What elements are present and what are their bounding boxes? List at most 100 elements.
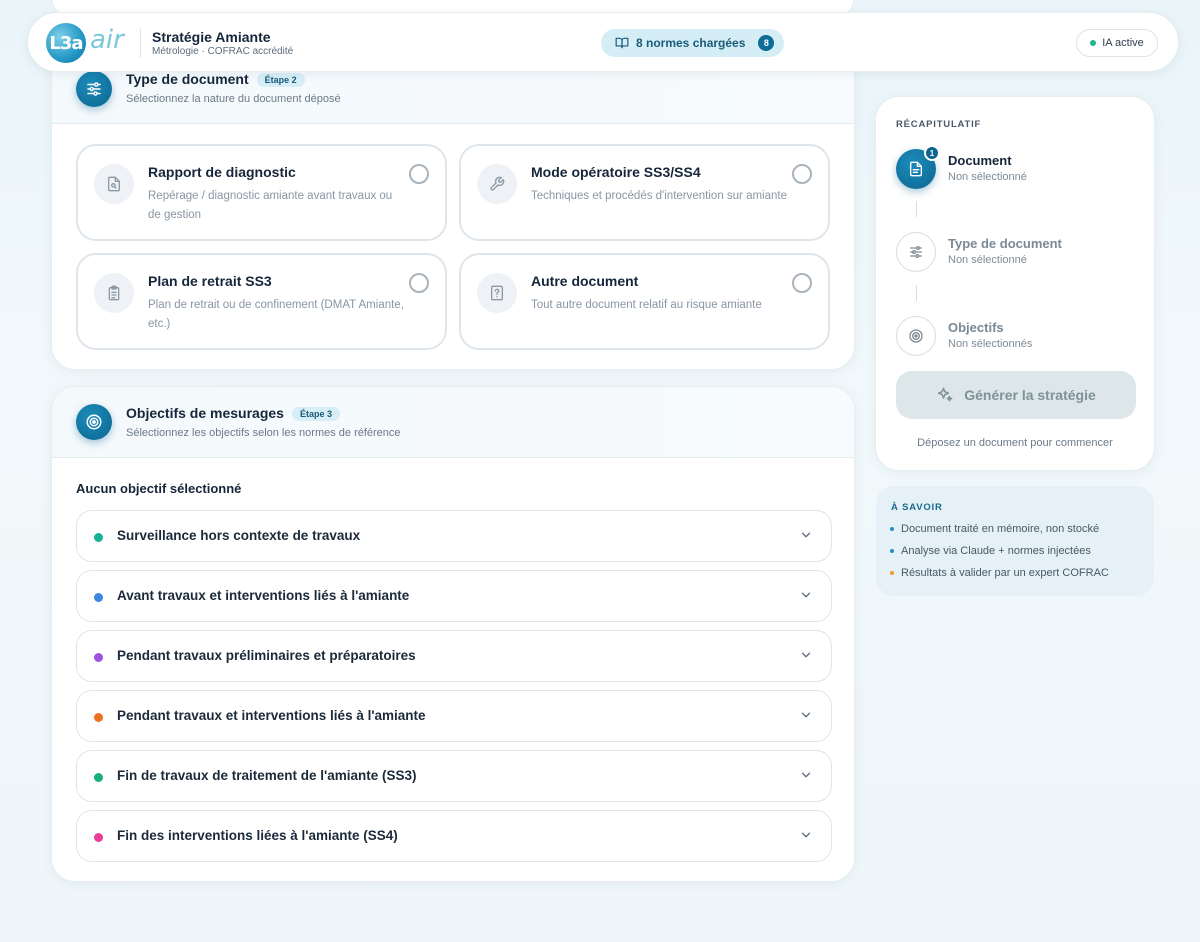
doc-type-title: Type de document Étape 2 xyxy=(126,71,305,87)
step-connector xyxy=(916,201,917,217)
logo-mark: L3a xyxy=(46,23,86,63)
option-rapport-diagnostic[interactable]: Rapport de diagnostic Repérage / diagnos… xyxy=(76,144,447,241)
chevron-down-icon[interactable] xyxy=(799,768,813,782)
info-item: Document traité en mémoire, non stocké xyxy=(890,523,1099,535)
recap-hint: Déposez un document pour commencer xyxy=(917,437,1113,449)
book-icon xyxy=(615,37,629,49)
option-radio[interactable] xyxy=(792,273,812,293)
recap-step-type: Type de document Non sélectionné xyxy=(896,232,1116,274)
recap-step-status: Non sélectionnés xyxy=(948,338,1033,350)
option-autre-document[interactable]: Autre document Tout autre document relat… xyxy=(459,253,830,350)
objectives-description: Sélectionnez les objectifs selon les nor… xyxy=(126,427,401,439)
sliders-icon xyxy=(76,71,112,107)
info-item: Analyse via Claude + normes injectées xyxy=(890,545,1091,557)
option-title: Mode opératoire SS3/SS4 xyxy=(531,164,701,180)
objective-row[interactable]: Fin de travaux de traitement de l'amiant… xyxy=(76,750,832,802)
option-plan-retrait[interactable]: Plan de retrait SS3 Plan de retrait ou d… xyxy=(76,253,447,350)
objectives-card: Objectifs de mesurages Étape 3 Sélectionn… xyxy=(51,386,855,882)
objective-label: Surveillance hors contexte de travaux xyxy=(117,528,361,543)
recap-step-status: Non sélectionné xyxy=(948,254,1027,266)
step-number-badge: 1 xyxy=(924,145,940,161)
clipboard-icon xyxy=(94,273,134,313)
step-badge: Étape 3 xyxy=(291,407,340,421)
ia-status-label: IA active xyxy=(1102,37,1144,49)
objectives-title-text: Objectifs de mesurages xyxy=(126,405,284,421)
option-title: Plan de retrait SS3 xyxy=(148,273,272,289)
option-description: Repérage / diagnostic amiante avant trav… xyxy=(148,190,393,221)
sliders-icon xyxy=(896,232,936,272)
chevron-down-icon[interactable] xyxy=(799,828,813,842)
objectives-header: Objectifs de mesurages Étape 3 Sélectionn… xyxy=(52,387,854,458)
objective-color-dot xyxy=(94,653,103,662)
wrench-icon xyxy=(477,164,517,204)
recap-step-status: Non sélectionné xyxy=(948,171,1027,183)
objectives-status: Aucun objectif sélectionné xyxy=(76,481,242,496)
recap-step-title: Document xyxy=(948,153,1012,168)
objective-color-dot xyxy=(94,593,103,602)
bullet-dot xyxy=(890,549,894,553)
option-description: Techniques et procédés d'intervention su… xyxy=(531,190,787,202)
norms-loaded-pill[interactable]: 8 normes chargées 8 xyxy=(601,29,784,57)
target-icon xyxy=(76,404,112,440)
header-divider xyxy=(140,28,141,58)
option-description: Tout autre document relatif au risque am… xyxy=(531,299,762,311)
recap-card: RÉCAPITULATIF 1 Document Non sélectionné… xyxy=(875,96,1155,471)
logo-wordmark: air xyxy=(90,25,124,55)
option-radio[interactable] xyxy=(792,164,812,184)
app-subtitle: Métrologie · COFRAC accrédité xyxy=(152,46,294,57)
chevron-down-icon[interactable] xyxy=(799,588,813,602)
target-icon xyxy=(896,316,936,356)
logo[interactable]: L3a air xyxy=(46,21,134,65)
option-mode-operatoire[interactable]: Mode opératoire SS3/SS4 Techniques et pr… xyxy=(459,144,830,241)
objective-color-dot xyxy=(94,833,103,842)
objective-label: Avant travaux et interventions liés à l'… xyxy=(117,588,410,603)
app-header: L3a air Stratégie Amiante Métrologie · C… xyxy=(27,12,1179,72)
file-search-icon xyxy=(94,164,134,204)
objectives-title: Objectifs de mesurages Étape 3 xyxy=(126,405,340,421)
info-title: À SAVOIR xyxy=(891,502,943,513)
question-file-icon xyxy=(477,273,517,313)
step-connector xyxy=(916,285,917,301)
objective-label: Fin de travaux de traitement de l'amiant… xyxy=(117,768,417,783)
doc-type-card: Type de document Étape 2 Sélectionnez la … xyxy=(51,38,855,370)
info-panel: À SAVOIR Document traité en mémoire, non… xyxy=(876,486,1154,596)
objective-row[interactable]: Surveillance hors contexte de travaux xyxy=(76,510,832,562)
ia-status-pill: IA active xyxy=(1076,29,1158,57)
option-title: Autre document xyxy=(531,273,639,289)
chevron-down-icon[interactable] xyxy=(799,528,813,542)
chevron-down-icon[interactable] xyxy=(799,708,813,722)
info-item-text: Document traité en mémoire, non stocké xyxy=(901,523,1100,535)
info-item: Résultats à valider par un expert COFRAC xyxy=(890,567,1109,579)
step-badge: Étape 2 xyxy=(256,73,305,87)
objective-label: Pendant travaux et interventions liés à … xyxy=(117,708,426,723)
norms-count-badge: 8 xyxy=(758,35,775,51)
recap-step-document: 1 Document Non sélectionné xyxy=(896,145,1116,191)
objective-label: Pendant travaux préliminaires et prépara… xyxy=(117,648,416,663)
objective-row[interactable]: Avant travaux et interventions liés à l'… xyxy=(76,570,832,622)
objective-row[interactable]: Pendant travaux et interventions liés à … xyxy=(76,690,832,742)
recap-step-objectives: Objectifs Non sélectionnés xyxy=(896,316,1116,358)
norms-label: 8 normes chargées xyxy=(636,36,746,50)
chevron-down-icon[interactable] xyxy=(799,648,813,662)
objective-color-dot xyxy=(94,773,103,782)
objective-row[interactable]: Fin des interventions liées à l'amiante … xyxy=(76,810,832,862)
objective-row[interactable]: Pendant travaux préliminaires et prépara… xyxy=(76,630,832,682)
app-title: Stratégie Amiante xyxy=(152,29,271,45)
ia-status-dot xyxy=(1090,40,1097,46)
option-radio[interactable] xyxy=(409,273,429,293)
info-item-text: Analyse via Claude + normes injectées xyxy=(901,545,1091,557)
objective-label: Fin des interventions liées à l'amiante … xyxy=(117,828,398,843)
doc-type-description: Sélectionnez la nature du document dépos… xyxy=(126,93,341,105)
option-radio[interactable] xyxy=(409,164,429,184)
option-title: Rapport de diagnostic xyxy=(148,164,296,180)
generate-strategy-button[interactable]: Générer la stratégie xyxy=(896,371,1136,419)
objective-color-dot xyxy=(94,713,103,722)
bullet-dot xyxy=(890,527,894,531)
option-description: Plan de retrait ou de confinement (DMAT … xyxy=(148,299,404,330)
recap-step-title: Objectifs xyxy=(948,320,1004,335)
bullet-dot xyxy=(890,571,894,575)
recap-label: RÉCAPITULATIF xyxy=(896,119,982,130)
recap-step-title: Type de document xyxy=(948,236,1062,251)
objective-color-dot xyxy=(94,533,103,542)
generate-label: Générer la stratégie xyxy=(964,387,1096,403)
